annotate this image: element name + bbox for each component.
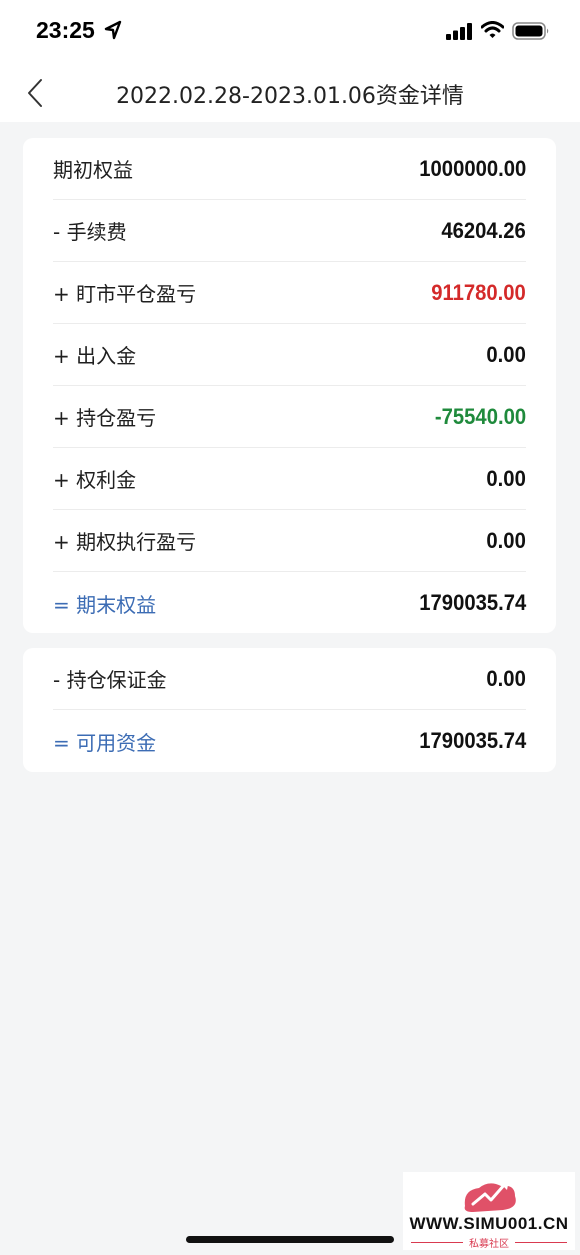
location-arrow-icon xyxy=(104,20,122,40)
row-label: - 手续费 xyxy=(53,220,127,244)
nav-bar: 2022.02.28-2023.01.06资金详情 xyxy=(0,62,580,122)
available-funds-card: - 持仓保证金 0.00 = 可用资金 1790035.74 xyxy=(23,648,556,772)
row-commission: - 手续费 46204.26 xyxy=(53,200,526,262)
row-label: + 盯市平仓盈亏 xyxy=(53,282,197,306)
row-label: + 出入金 xyxy=(53,344,137,368)
home-indicator[interactable] xyxy=(186,1236,394,1243)
row-label: = 期末权益 xyxy=(53,592,157,617)
row-position-pnl: + 持仓盈亏 -75540.00 xyxy=(53,386,526,448)
row-value: 911780.00 xyxy=(431,279,526,305)
row-label: 期初权益 xyxy=(53,158,133,182)
row-value: 46204.26 xyxy=(441,217,526,243)
watermark-site: WWW.SIMU001.CN xyxy=(409,1214,569,1233)
row-deposit-withdrawal: + 出入金 0.00 xyxy=(53,324,526,386)
row-value: 1000000.00 xyxy=(419,155,526,181)
wifi-icon xyxy=(481,21,504,38)
row-value: 1790035.74 xyxy=(419,590,526,615)
status-bar: 23:25 xyxy=(0,0,580,62)
watermark: WWW.SIMU001.CN 私募社区 xyxy=(403,1172,575,1250)
back-button[interactable] xyxy=(18,72,58,114)
row-label: + 权利金 xyxy=(53,468,137,492)
cellular-signal-icon xyxy=(446,23,472,40)
row-margin: - 持仓保证金 0.00 xyxy=(53,648,526,710)
chevron-left-icon xyxy=(28,79,42,107)
row-value: 0.00 xyxy=(486,665,526,691)
row-closing-equity: = 期末权益 1790035.74 xyxy=(53,572,526,634)
row-value: 0.00 xyxy=(486,465,526,491)
row-opening-equity: 期初权益 1000000.00 xyxy=(53,138,526,200)
status-time: 23:25 xyxy=(36,17,95,43)
row-value: -75540.00 xyxy=(434,403,526,429)
page-title: 2022.02.28-2023.01.06资金详情 xyxy=(116,84,464,109)
row-label: = 可用资金 xyxy=(53,730,157,755)
row-label: - 持仓保证金 xyxy=(53,668,167,692)
row-label: + 持仓盈亏 xyxy=(53,406,157,430)
battery-icon xyxy=(512,22,549,40)
row-available-funds: = 可用资金 1790035.74 xyxy=(53,710,526,772)
equity-summary-card: 期初权益 1000000.00 - 手续费 46204.26 + 盯市平仓盈亏 … xyxy=(23,138,556,633)
row-option-exercise-pnl: + 期权执行盈亏 0.00 xyxy=(53,510,526,572)
row-premium: + 权利金 0.00 xyxy=(53,448,526,510)
row-label: + 期权执行盈亏 xyxy=(53,530,197,554)
row-value: 1790035.74 xyxy=(419,728,526,753)
watermark-logo-icon xyxy=(464,1180,516,1212)
row-value: 0.00 xyxy=(486,527,526,553)
row-value: 0.00 xyxy=(486,341,526,367)
watermark-divider xyxy=(515,1242,567,1243)
row-realized-pnl: + 盯市平仓盈亏 911780.00 xyxy=(53,262,526,324)
